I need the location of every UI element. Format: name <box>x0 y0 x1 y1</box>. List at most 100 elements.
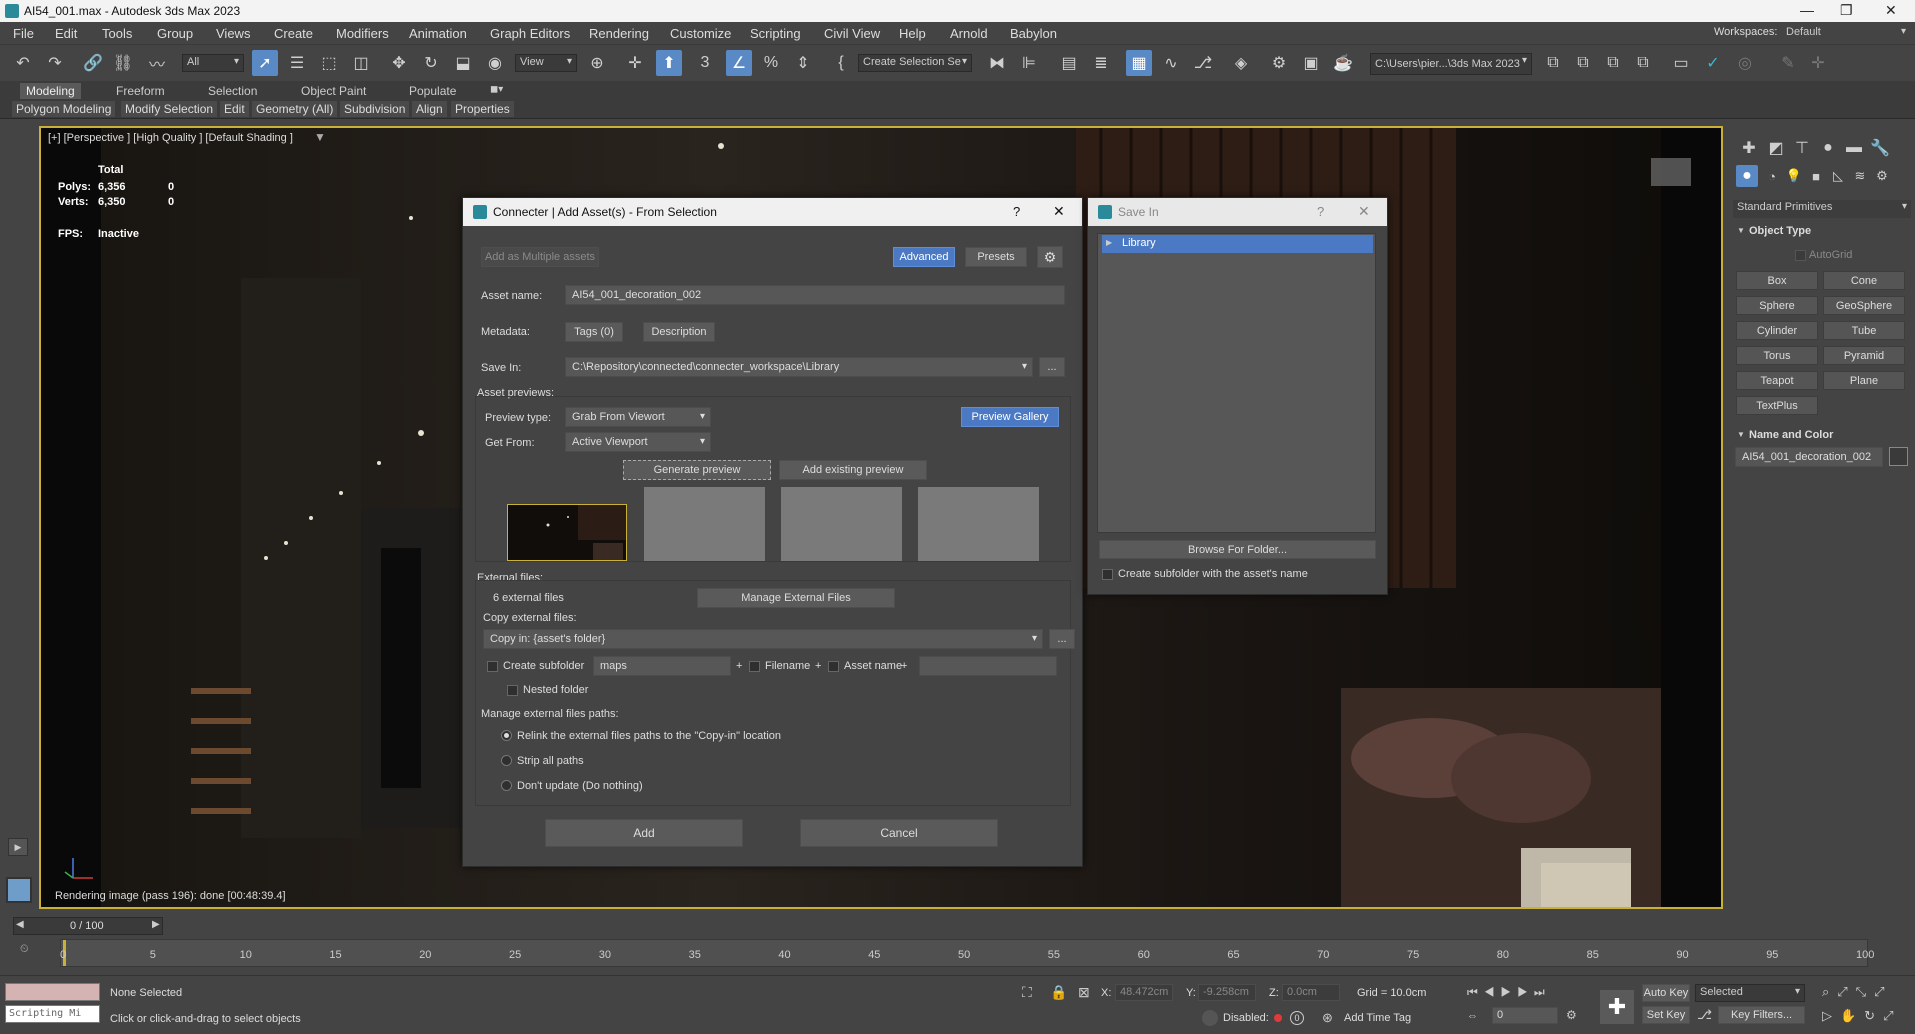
tube-button[interactable]: Tube <box>1823 321 1905 340</box>
subfolder-suffix-input[interactable] <box>919 656 1057 676</box>
create-tab-icon[interactable]: ✚ <box>1736 135 1762 161</box>
folder-tree[interactable]: ▶ Library <box>1097 233 1376 533</box>
close-window-button[interactable]: ✕ <box>1885 2 1897 19</box>
select-by-name-icon[interactable]: ☰ <box>284 50 310 76</box>
viewport-nav-zoom-icons[interactable]: ⌕⤢⤡⤢ <box>1822 984 1892 1000</box>
presets-button[interactable]: Presets <box>965 247 1027 267</box>
menu-tools[interactable]: Tools <box>102 26 132 41</box>
window-crossing-icon[interactable]: ◫ <box>348 50 374 76</box>
copy-in-dropdown[interactable]: Copy in: {asset's folder} <box>483 629 1043 649</box>
rectangular-selection-icon[interactable]: ⬚ <box>316 50 342 76</box>
menu-arnold[interactable]: Arnold <box>950 26 988 41</box>
viewport-filter-icon[interactable]: ▼ <box>314 130 326 144</box>
menu-help[interactable]: Help <box>899 26 926 41</box>
display-tab-icon[interactable]: ▬ <box>1841 135 1867 161</box>
save-in-browse-button[interactable]: ... <box>1039 357 1065 377</box>
get-from-dropdown[interactable]: Active Viewport <box>565 432 711 452</box>
viewport-label[interactable]: [+] [Perspective ] [High Quality ] [Defa… <box>48 132 293 144</box>
ribbon-tab-modeling[interactable]: Modeling <box>20 83 81 99</box>
selection-lock-icon[interactable]: 🔒 <box>1050 984 1067 1001</box>
move-icon[interactable]: ✥ <box>386 50 412 76</box>
copy-in-browse-button[interactable]: ... <box>1049 629 1075 649</box>
toggle-ribbon-icon[interactable]: ▦ <box>1126 50 1152 76</box>
render-production-icon[interactable]: ☕ <box>1330 50 1356 76</box>
workspaces-dropdown[interactable]: Default <box>1782 25 1910 43</box>
project-folder-dropdown[interactable]: C:\Users\pier...\3ds Max 2023 <box>1370 53 1532 75</box>
preview-slot-4[interactable] <box>918 487 1039 561</box>
isolate-selection-icon[interactable]: ⛶ <box>1022 984 1032 1001</box>
object-color-swatch[interactable] <box>1889 447 1908 466</box>
keyboard-shortcut-override-icon[interactable]: ⬆ <box>656 50 682 76</box>
undo-icon[interactable]: ↶ <box>10 50 36 76</box>
connecter-icon-4[interactable]: ⧉ <box>1630 50 1656 76</box>
select-object-icon[interactable]: ➚ <box>252 50 278 76</box>
shapes-category-icon[interactable]: ◔ <box>1761 165 1783 187</box>
snaps-toggle-icon[interactable]: 3 <box>692 50 718 76</box>
schematic-view-icon[interactable]: ⎇ <box>1190 50 1216 76</box>
tool-icon-2[interactable]: ✛ <box>1805 50 1831 76</box>
object-name-input[interactable]: AI54_001_decoration_002 <box>1735 447 1883 467</box>
spinner-snap-icon[interactable]: ⇕ <box>790 50 816 76</box>
connecter-icon-1[interactable]: ⧉ <box>1540 50 1566 76</box>
ribbon-tab-freeform[interactable]: Freeform <box>110 83 171 99</box>
name-color-collapse-icon[interactable]: ▼ <box>1737 430 1745 439</box>
textplus-button[interactable]: TextPlus <box>1736 396 1818 415</box>
edit-named-selection-icon[interactable]: { <box>828 50 854 76</box>
tree-item-library[interactable]: ▶ Library <box>1102 235 1373 253</box>
menu-create[interactable]: Create <box>274 26 313 41</box>
menu-scripting[interactable]: Scripting <box>750 26 801 41</box>
layer-explorer-icon[interactable]: ≣ <box>1088 50 1114 76</box>
angle-snap-icon[interactable]: ∠ <box>726 50 752 76</box>
ribbon-tab-populate[interactable]: Populate <box>403 83 462 99</box>
preview-slot-2[interactable] <box>644 487 765 561</box>
panel-geometry[interactable]: Geometry (All) <box>252 101 338 117</box>
material-editor-icon[interactable]: ◈ <box>1228 50 1254 76</box>
key-mode-toggle-icon[interactable]: ⇔ <box>1467 1010 1478 1022</box>
description-button[interactable]: Description <box>643 322 715 342</box>
menu-civil-view[interactable]: Civil View <box>824 26 880 41</box>
ribbon-tab-selection[interactable]: Selection <box>202 83 263 99</box>
scene-explorer-icon[interactable]: ▤ <box>1056 50 1082 76</box>
current-frame-input[interactable]: 0 <box>1492 1007 1558 1024</box>
link-icon[interactable]: 🔗 <box>80 50 106 76</box>
tags-button[interactable]: Tags (0) <box>565 322 623 342</box>
placement-icon[interactable]: ◉ <box>482 50 508 76</box>
plane-button[interactable]: Plane <box>1823 371 1905 390</box>
set-key-button[interactable]: Set Key <box>1642 1006 1690 1024</box>
select-manipulate-icon[interactable]: ✛ <box>622 50 648 76</box>
hierarchy-tab-icon[interactable]: ⊤ <box>1789 135 1815 161</box>
primitive-category-dropdown[interactable]: Standard Primitives <box>1733 200 1911 218</box>
adaptive-degradation-icon[interactable] <box>1202 1010 1218 1026</box>
create-subfolder-checkbox[interactable] <box>487 661 498 672</box>
utilities-tab-icon[interactable]: 🔧 <box>1867 135 1893 161</box>
help-button[interactable]: ? <box>1013 204 1020 219</box>
mirror-icon[interactable]: ⧓ <box>984 50 1010 76</box>
connecter-icon-3[interactable]: ⧉ <box>1600 50 1626 76</box>
slider-next-icon[interactable]: ▶ <box>152 919 160 930</box>
tool-icon-1[interactable]: ✎ <box>1775 50 1801 76</box>
teapot-button[interactable]: Teapot <box>1736 371 1818 390</box>
bind-space-warp-icon[interactable]: 〰 <box>144 50 170 76</box>
time-tag-icon[interactable]: ⊛ <box>1322 1010 1333 1026</box>
key-selection-dropdown[interactable]: Selected <box>1695 984 1805 1002</box>
save-in-help-button[interactable]: ? <box>1317 204 1324 219</box>
pivot-center-icon[interactable]: ⊕ <box>584 50 610 76</box>
geometry-category-icon[interactable]: ● <box>1736 165 1758 187</box>
preview-type-dropdown[interactable]: Grab From Viewort <box>565 407 711 427</box>
panel-polygon-modeling[interactable]: Polygon Modeling <box>12 101 116 117</box>
menu-babylon[interactable]: Babylon <box>1010 26 1057 41</box>
spacewarps-category-icon[interactable]: ≋ <box>1849 165 1871 187</box>
menu-animation[interactable]: Animation <box>409 26 467 41</box>
manage-external-files-button[interactable]: Manage External Files <box>697 588 895 608</box>
cone-button[interactable]: Cone <box>1823 271 1905 290</box>
cameras-category-icon[interactable]: ■ <box>1805 165 1827 187</box>
save-in-close-button[interactable]: ✕ <box>1358 203 1370 220</box>
pyramid-button[interactable]: Pyramid <box>1823 346 1905 365</box>
create-subfolder-asset-name-checkbox[interactable] <box>1102 569 1113 580</box>
connecter-icon-2[interactable]: ⧉ <box>1570 50 1596 76</box>
render-setup-icon[interactable]: ⚙ <box>1266 50 1292 76</box>
menu-file[interactable]: File <box>13 26 34 41</box>
preview-slot-3[interactable] <box>781 487 902 561</box>
geosphere-button[interactable]: GeoSphere <box>1823 296 1905 315</box>
add-existing-preview-button[interactable]: Add existing preview <box>779 460 927 480</box>
